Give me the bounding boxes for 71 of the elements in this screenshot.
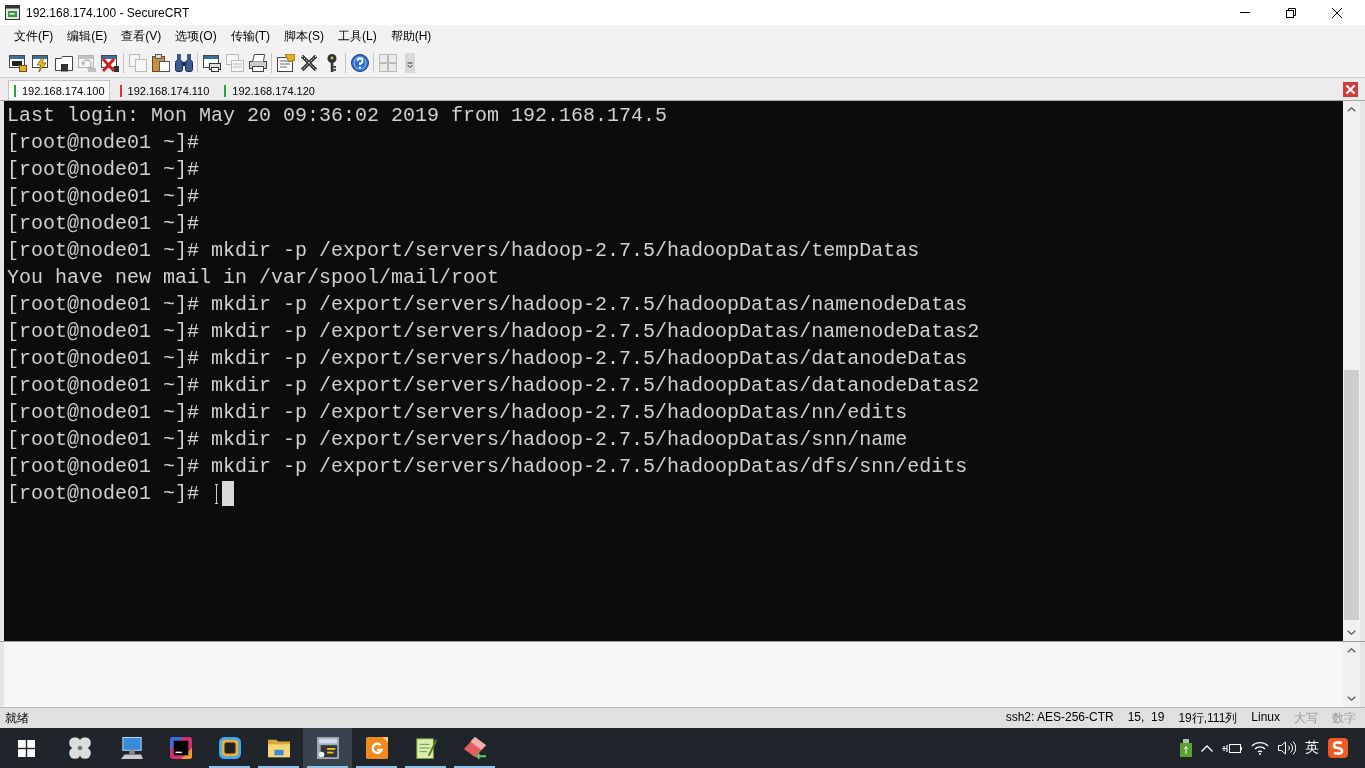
status-message: 就绪	[5, 709, 29, 727]
binoculars-icon[interactable]	[174, 53, 193, 72]
clipboard-icon[interactable]	[151, 53, 170, 72]
terminal-line: [root@node01 ~]#	[7, 184, 200, 210]
usb-drive-icon[interactable]	[1180, 739, 1192, 757]
battery-plug-icon[interactable]	[1222, 742, 1242, 754]
speaker-icon[interactable]	[1278, 741, 1296, 755]
status-field: ssh2: AES-256-CTR	[1005, 709, 1114, 727]
terminal-line: [root@node01 ~]# mkdir -p /export/servers/hadoop-2.7.5/hadoopDatas/datanodeDatas2	[7, 373, 980, 399]
status-field: 15, 19	[1127, 709, 1165, 727]
input-method-icon[interactable]	[1328, 738, 1348, 758]
restore-icon[interactable]	[1286, 7, 1296, 18]
menu-item[interactable]: 查看(V)	[114, 26, 169, 47]
terminal-line: [root@node01 ~]# mkdir -p /export/servers/hadoop-2.7.5/hadoopDatas/dfs/snn/edits	[7, 454, 968, 480]
computer-icon	[120, 737, 143, 759]
input-language-indicator[interactable]: 英	[1305, 739, 1319, 757]
menu-item[interactable]: 工具(L)	[331, 26, 384, 47]
terminal-line: [root@node01 ~]#	[7, 211, 200, 237]
menu-item[interactable]: 编辑(E)	[60, 26, 115, 47]
tab[interactable]: 192.168.174.100	[8, 80, 110, 100]
terminal-line: [root@node01 ~]# mkdir -p /export/servers/hadoop-2.7.5/hadoopDatas/snn/name	[7, 427, 908, 453]
command-input-field[interactable]	[4, 642, 1343, 707]
menu-item[interactable]: 文件(F)	[7, 26, 61, 47]
overflow-chevron-icon[interactable]	[405, 52, 415, 73]
terminal-line: [root@node01 ~]# mkdir -p /export/servers/hadoop-2.7.5/hadoopDatas/tempDatas	[7, 238, 920, 264]
terminal-line: [root@node01 ~]# mkdir -p /export/servers/hadoop-2.7.5/hadoopDatas/nn/edits	[7, 400, 908, 426]
terminal-line: [root@node01 ~]# mkdir -p /export/servers/hadoop-2.7.5/hadoopDatas/datanodeDatas	[7, 346, 968, 372]
status-field: 数字	[1332, 709, 1356, 727]
document-tile-icon	[365, 737, 388, 759]
status-field: 大写	[1294, 709, 1318, 727]
terminal-line: [root@node01 ~]#	[7, 157, 200, 183]
terminal-window-icon[interactable]	[8, 53, 27, 72]
properties-icon[interactable]	[276, 53, 295, 72]
terminal-line: [root@node01 ~]# mkdir -p /export/servers/hadoop-2.7.5/hadoopDatas/namenodeDatas	[7, 292, 968, 318]
text-pointer-icon	[215, 483, 219, 504]
taskbar-button[interactable]	[303, 728, 352, 768]
terminal-window-icon	[5, 5, 20, 20]
code-tile-icon	[169, 737, 192, 759]
wifi-icon[interactable]	[1251, 741, 1269, 755]
menu-item[interactable]: 帮助(H)	[383, 26, 439, 47]
pinwheel-icon	[68, 737, 91, 759]
folder-icon	[267, 737, 290, 759]
eraser-icon	[463, 737, 486, 759]
terminal-line: [root@node01 ~]#	[7, 130, 200, 156]
menu-item[interactable]: 选项(O)	[168, 26, 224, 47]
printer-icon[interactable]	[248, 53, 267, 72]
menu-item[interactable]: 传输(T)	[223, 26, 277, 47]
start-icon	[17, 739, 35, 757]
notepad-icon	[414, 737, 437, 759]
terminal-line: [root@node01 ~]# mkdir -p /export/servers/hadoop-2.7.5/hadoopDatas/namenodeDatas2	[7, 319, 980, 345]
tools-icon[interactable]	[299, 53, 318, 72]
terminal-line: Last login: Mon May 20 09:36:02 2019 from 192.168.174.5	[7, 103, 668, 129]
terminal-window-icon	[316, 737, 339, 759]
status-field: Linux	[1251, 709, 1280, 727]
block-cursor-icon	[222, 481, 235, 506]
terminal-line: You have new mail in /var/spool/mail/root	[7, 265, 500, 291]
close-icon[interactable]	[1332, 7, 1342, 18]
terminal-line: [root@node01 ~]#	[7, 481, 200, 507]
lightning-window-icon[interactable]	[31, 53, 50, 72]
terminal-screen[interactable]	[4, 101, 1343, 641]
window-title: 192.168.174.100 - SecureCRT	[26, 5, 190, 20]
help-icon[interactable]	[350, 53, 369, 72]
scrollbar-thumb[interactable]	[1344, 370, 1359, 620]
status-field: 19行,111列	[1178, 709, 1238, 727]
menu-item[interactable]: 脚本(S)	[277, 26, 331, 47]
cross-window-icon[interactable]	[100, 53, 119, 72]
rounded-square-icon	[218, 737, 241, 759]
printer-window-icon[interactable]	[202, 53, 221, 72]
folder-icon[interactable]	[54, 53, 73, 72]
chevron-down-icon[interactable]	[1347, 696, 1356, 701]
chevron-down-icon[interactable]	[1347, 630, 1356, 635]
